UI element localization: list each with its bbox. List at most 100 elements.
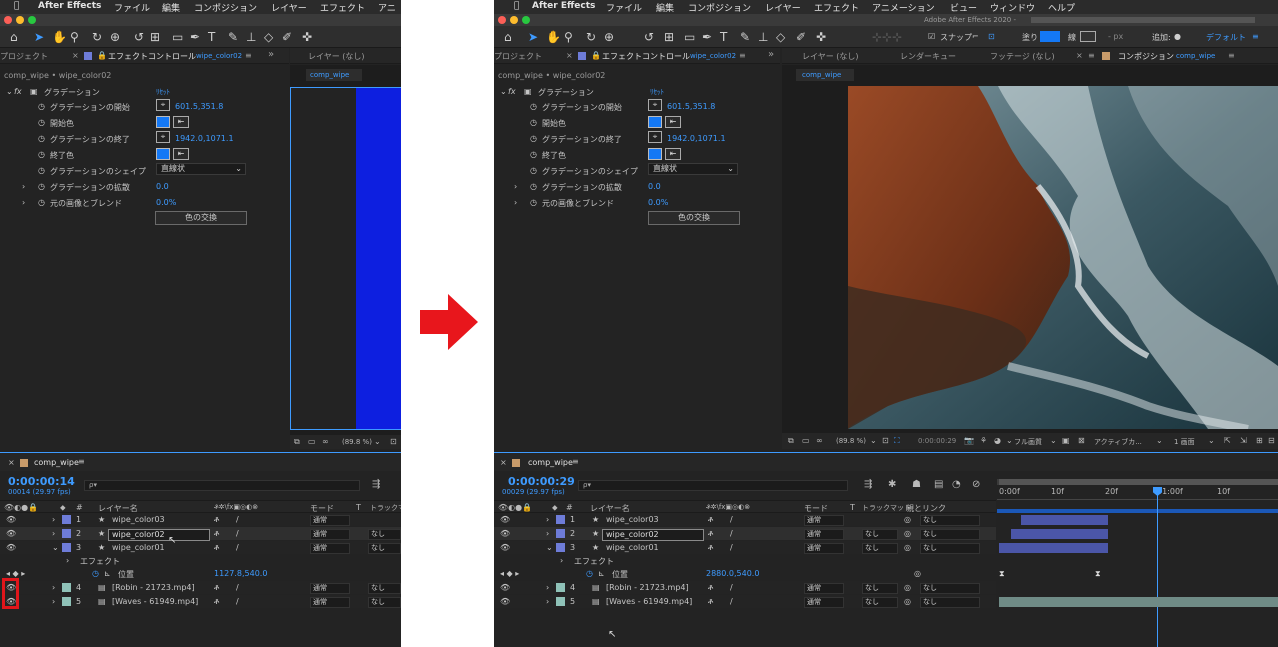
pan-behind-tool-icon[interactable]: ↺ <box>134 30 144 44</box>
layer-name[interactable]: wipe_color01 <box>112 543 165 552</box>
stopwatch-icon[interactable]: ◷ <box>38 118 45 127</box>
layer-name[interactable]: wipe_color03 <box>606 515 659 524</box>
reset-exposure-icon[interactable]: ⇱ <box>1224 436 1231 445</box>
twirl-right-icon[interactable]: › <box>52 597 55 606</box>
viewer-time[interactable]: 0:00:00:29 <box>918 437 956 445</box>
trackmatte-dropdown[interactable]: なし <box>368 543 401 554</box>
effect-tab-layer[interactable]: wipe_color02 <box>690 52 736 60</box>
eye-icon[interactable]: 👁 <box>500 515 510 524</box>
reset-link[interactable]: ﾘｾｯﾄ <box>156 87 170 97</box>
panel-menu-icon[interactable]: ≡ <box>78 457 85 466</box>
chevron-down-icon[interactable]: ⌄ <box>1006 436 1013 445</box>
stopwatch-icon[interactable]: ◷ <box>530 182 537 191</box>
frame-blending-icon[interactable]: ▤ <box>934 479 943 490</box>
close-icon[interactable] <box>498 16 506 24</box>
hand-tool-icon[interactable]: ✋ <box>546 30 561 44</box>
graph-icon[interactable]: ⊾ <box>104 569 111 578</box>
quality-switch-icon[interactable]: / <box>730 583 733 592</box>
panel-menu-icon[interactable]: ≡ <box>245 51 252 60</box>
add-play-icon[interactable]: ● <box>1174 32 1181 41</box>
eye-icon[interactable]: 👁 <box>500 583 510 592</box>
tab-footage[interactable]: フッテージ (なし) <box>990 51 1055 62</box>
stopwatch-icon[interactable]: ◷ <box>530 118 537 127</box>
home-icon[interactable]: ⌂ <box>10 30 18 44</box>
home-icon[interactable]: ⌂ <box>504 30 512 44</box>
start-color-swatch[interactable] <box>648 116 662 128</box>
eye-icon[interactable]: 👁 <box>500 597 510 606</box>
work-area-bar[interactable] <box>999 479 1278 485</box>
label-color-icon[interactable] <box>556 515 565 524</box>
rectangle-tool-icon[interactable]: ▭ <box>172 30 183 44</box>
comp-breadcrumb[interactable]: comp_wipe <box>306 69 362 81</box>
pan-behind-tool-icon[interactable]: ↺ <box>644 30 654 44</box>
layer-name-input[interactable]: wipe_color02 <box>602 529 704 541</box>
tab-timeline[interactable]: comp_wipe <box>34 458 79 467</box>
menu-view[interactable]: ビュー <box>950 1 977 14</box>
layer-row[interactable]: 👁 ⌄ 3 ★ wipe_color01 ቶ / 通常 なし ◎ なし <box>494 541 996 554</box>
layer-name-input[interactable]: wipe_color02 <box>108 529 210 541</box>
shape-dropdown[interactable]: 直線状 ⌄ <box>648 163 738 175</box>
twirl-down-icon[interactable]: ⌄ <box>500 87 507 96</box>
shy-switch-icon[interactable]: ቶ <box>214 529 219 539</box>
stopwatch-icon[interactable]: ◷ <box>530 166 537 175</box>
preview-icon[interactable]: ⇲ <box>1240 436 1247 445</box>
comp-canvas[interactable] <box>290 87 401 430</box>
twirl-down-icon[interactable]: ⌄ <box>546 543 553 552</box>
pickwhip-icon[interactable]: ◎ <box>904 515 911 524</box>
tab-composition[interactable]: コンポジション <box>1118 51 1174 62</box>
eye-icon[interactable]: 👁 <box>6 515 16 524</box>
axis-mode-icon[interactable]: ⊹⊹⊹ <box>872 30 902 44</box>
tab-render-queue[interactable]: レンダーキュー <box>900 51 956 62</box>
camera-dropdown[interactable]: アクティブカ... <box>1094 437 1142 447</box>
panel-menu-icon[interactable]: ≡ <box>1228 51 1235 60</box>
roto-brush-tool-icon[interactable]: ✐ <box>796 30 806 44</box>
eraser-tool-icon[interactable]: ◇ <box>264 30 273 44</box>
fit-icon[interactable]: ⊡ <box>882 436 889 445</box>
expand-panels-icon[interactable]: » <box>268 49 274 60</box>
comp-flowchart-icon[interactable]: ⇶ <box>372 479 380 490</box>
lock-icon[interactable]: 🔒 <box>97 51 107 60</box>
twirl-right-icon[interactable]: › <box>52 583 55 592</box>
shy-switch-icon[interactable]: ቶ <box>708 515 713 525</box>
zoom-icon[interactable] <box>28 16 36 24</box>
search-input[interactable]: ρ▾ <box>84 480 360 491</box>
parent-dropdown[interactable]: なし <box>920 597 980 608</box>
eraser-tool-icon[interactable]: ◇ <box>776 30 785 44</box>
selection-tool-icon[interactable]: ➤ <box>34 30 44 44</box>
mask-icon[interactable]: ∞ <box>816 436 823 445</box>
crosshair-icon[interactable]: ⌖ <box>648 131 662 143</box>
mode-dropdown[interactable]: 通常 <box>310 597 350 608</box>
twirl-right-icon[interactable]: › <box>546 529 549 538</box>
quality-switch-icon[interactable]: / <box>236 515 239 524</box>
panel-menu-icon[interactable]: ≡ <box>739 51 746 60</box>
fx-icon[interactable]: fx <box>14 87 22 96</box>
twirl-right-icon[interactable]: › <box>66 556 69 565</box>
shy-switch-icon[interactable]: ቶ <box>214 597 219 607</box>
shy-switch-icon[interactable]: ቶ <box>708 583 713 593</box>
app-name[interactable]: After Effects <box>532 1 595 11</box>
stopwatch-icon[interactable]: ◷ <box>530 198 537 207</box>
eye-icon[interactable]: 👁 <box>6 529 16 538</box>
menu-composition[interactable]: コンポジション <box>688 1 751 14</box>
shy-switch-icon[interactable]: ቶ <box>708 529 713 539</box>
pickwhip-icon[interactable]: ◎ <box>904 597 911 606</box>
trackmatte-dropdown[interactable]: なし <box>862 597 898 608</box>
tab-effect-controls[interactable]: エフェクトコントロール <box>108 51 196 62</box>
start-color-swatch[interactable] <box>156 116 170 128</box>
snap-bounds-icon[interactable]: ⊡ <box>988 32 995 41</box>
twirl-right-icon[interactable]: › <box>546 597 549 606</box>
stopwatch-icon[interactable]: ◷ <box>530 134 537 143</box>
twirl-right-icon[interactable]: › <box>514 198 517 207</box>
layer-name[interactable]: [Waves - 61949.mp4] <box>606 597 692 606</box>
shape-dropdown[interactable]: 直線状 ⌄ <box>156 163 246 175</box>
shy-switch-icon[interactable]: ቶ <box>708 543 713 553</box>
end-point-value[interactable]: 1942.0,1071.1 <box>175 134 234 143</box>
label-color-icon[interactable] <box>556 583 565 592</box>
parent-dropdown[interactable]: なし <box>920 529 980 540</box>
mode-dropdown[interactable]: 通常 <box>804 515 844 526</box>
clone-stamp-tool-icon[interactable]: ⊥ <box>758 30 768 44</box>
zoom-level[interactable]: (89.8 %) <box>342 438 372 446</box>
effect-tab-layer[interactable]: wipe_color02 <box>196 52 242 60</box>
stopwatch-icon[interactable]: ◷ <box>38 198 45 207</box>
keyframe-nav-icon[interactable]: ◂ ◆ ▸ <box>500 569 519 578</box>
